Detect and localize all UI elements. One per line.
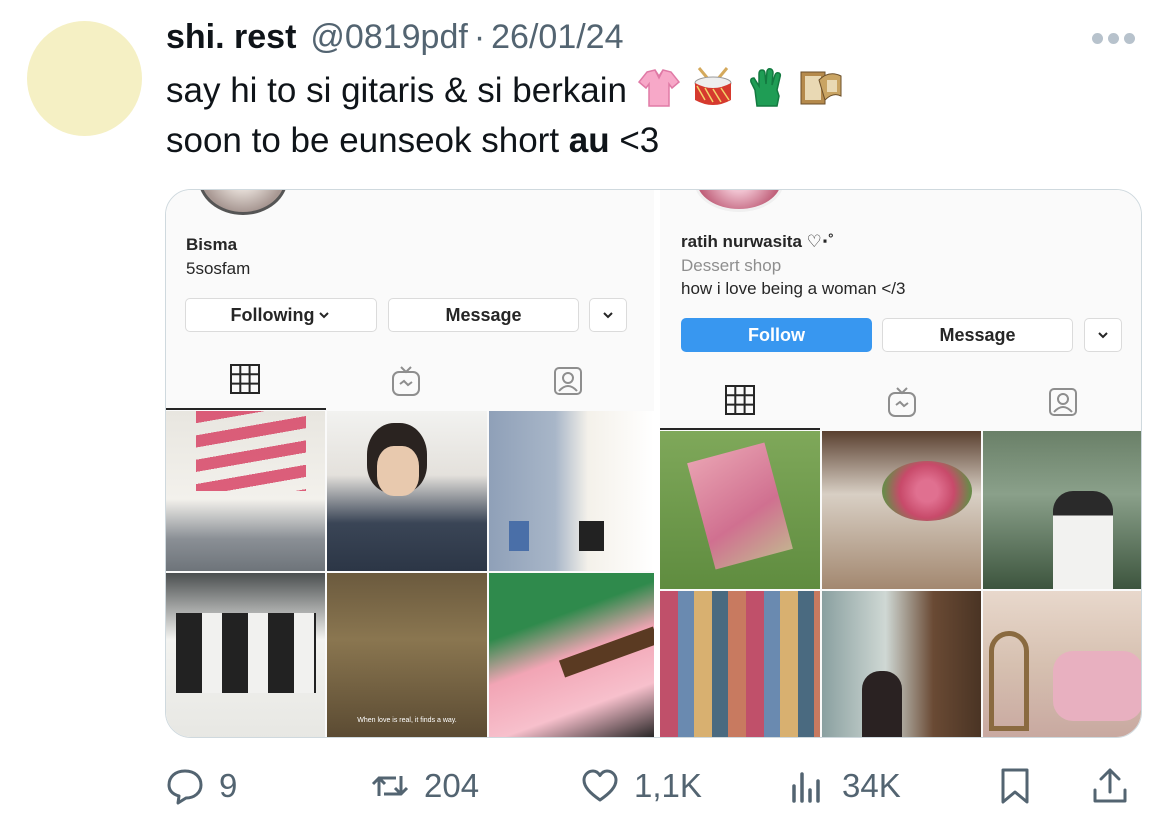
grid-photo[interactable]	[822, 431, 981, 589]
profile-category: Dessert shop	[681, 256, 782, 275]
profile-bio: how i love being a woman </3	[681, 279, 906, 298]
follow-button[interactable]: Follow	[681, 318, 872, 352]
grid-tab-icon[interactable]	[229, 363, 261, 395]
tweet-header: shi. rest @0819pdf · 26/01/24	[166, 18, 624, 60]
grid-tab-icon[interactable]	[724, 384, 756, 416]
tweet-line-2-suffix: <3	[609, 121, 660, 160]
grid-photo[interactable]	[489, 411, 654, 571]
chevron-down-icon	[603, 312, 613, 319]
tweet-line-2: soon to be eunseok short au <3	[166, 116, 843, 166]
igtv-tab-icon[interactable]	[390, 365, 422, 397]
instagram-profile-left: Bisma 5sosfam Following Message When lov…	[166, 190, 654, 737]
profile-avatar	[694, 190, 784, 212]
tweet-line-1: say hi to si gitaris & si berkain	[166, 66, 843, 116]
tweet-media[interactable]: Bisma 5sosfam Following Message When lov…	[165, 189, 1142, 738]
like-action[interactable]: 1,1K	[580, 766, 702, 806]
instagram-profile-right: ratih nurwasita ♡⋅˚ Dessert shop how i l…	[660, 190, 1141, 737]
profile-name: Bisma	[186, 235, 238, 254]
grid-photo[interactable]	[983, 591, 1141, 737]
suggested-dropdown[interactable]	[1084, 318, 1122, 352]
profile-name: ratih nurwasita ♡⋅˚	[681, 232, 834, 251]
grid-photo[interactable]	[660, 431, 820, 589]
tweet-line-2-text: soon to be eunseok short	[166, 121, 569, 160]
reply-action[interactable]: 9	[165, 766, 237, 806]
suggested-dropdown[interactable]	[589, 298, 627, 332]
message-button[interactable]: Message	[388, 298, 579, 332]
grid-photo[interactable]	[822, 591, 981, 737]
photo-guitar-neck	[558, 626, 654, 678]
grid-photo[interactable]: When love is real, it finds a way.	[327, 573, 487, 737]
chevron-down-icon	[1098, 332, 1108, 339]
profile-bio: 5sosfam	[186, 259, 251, 278]
tweet-actions: 9 204 1,1K 34K	[0, 760, 1170, 814]
photo-mirror	[989, 631, 1029, 731]
bookmark-action[interactable]	[995, 766, 1035, 806]
grid-photo[interactable]	[489, 573, 654, 737]
header-separator: ·	[473, 18, 486, 56]
profile-avatar	[198, 190, 288, 215]
tweet-date[interactable]: 26/01/24	[491, 18, 623, 57]
photo-skin	[377, 446, 419, 496]
display-name[interactable]: shi. rest	[166, 18, 296, 57]
blouse-emoji-icon	[637, 69, 681, 107]
reply-icon	[167, 769, 203, 805]
photo-caption: When love is real, it finds a way.	[357, 717, 457, 724]
like-count: 1,1K	[634, 767, 702, 804]
following-button[interactable]: Following	[185, 298, 377, 332]
follow-label: Follow	[748, 324, 805, 345]
views-action[interactable]: 34K	[788, 766, 901, 806]
bookmark-icon	[1001, 768, 1029, 804]
user-handle[interactable]: @0819pdf	[310, 18, 467, 57]
share-action[interactable]	[1090, 766, 1130, 806]
photo-skirt	[687, 442, 793, 570]
chevron-down-icon	[319, 312, 330, 319]
film-frames-emoji-icon	[800, 71, 842, 105]
igtv-tab-icon[interactable]	[886, 386, 918, 418]
grid-photo[interactable]	[660, 591, 820, 737]
views-count: 34K	[842, 767, 901, 804]
grid-photo[interactable]	[327, 411, 487, 571]
grid-photo[interactable]	[166, 411, 325, 571]
active-tab-indicator	[660, 428, 820, 430]
views-chart-icon	[792, 772, 820, 803]
retweet-count: 204	[424, 767, 480, 804]
message-label: Message	[939, 324, 1016, 345]
tweet-line-1-text: say hi to si gitaris & si berkain	[166, 71, 628, 110]
author-avatar[interactable]	[27, 21, 142, 136]
retweet-action[interactable]: 204	[370, 766, 479, 806]
photo-grid: When love is real, it finds a way.	[166, 411, 654, 737]
photo-grid	[660, 431, 1141, 737]
grid-photo[interactable]	[166, 573, 325, 737]
photo-shirt-print	[196, 411, 306, 491]
tweet-text: say hi to si gitaris & si berkain soon t…	[166, 66, 843, 166]
tweet-line-2-bold: au	[568, 121, 610, 160]
glove-emoji-icon	[750, 68, 782, 107]
share-icon	[1093, 768, 1127, 803]
message-button[interactable]: Message	[882, 318, 1073, 352]
photo-shoes	[509, 521, 649, 551]
photo-person	[1053, 491, 1113, 589]
tagged-tab-icon[interactable]	[552, 365, 584, 397]
heart-icon	[582, 769, 618, 802]
grid-photo[interactable]	[983, 431, 1141, 589]
reply-count: 9	[219, 767, 238, 804]
message-label: Message	[445, 304, 522, 325]
active-tab-indicator	[166, 408, 326, 410]
photo-seated-person	[862, 671, 902, 737]
retweet-icon	[371, 776, 409, 796]
photo-flowers	[882, 461, 972, 521]
tagged-tab-icon[interactable]	[1047, 386, 1079, 418]
photo-bed	[1053, 651, 1141, 721]
drum-emoji-icon	[694, 67, 732, 105]
photo-group	[176, 613, 316, 693]
following-label: Following	[230, 304, 315, 325]
more-options-icon[interactable]	[1092, 30, 1140, 46]
